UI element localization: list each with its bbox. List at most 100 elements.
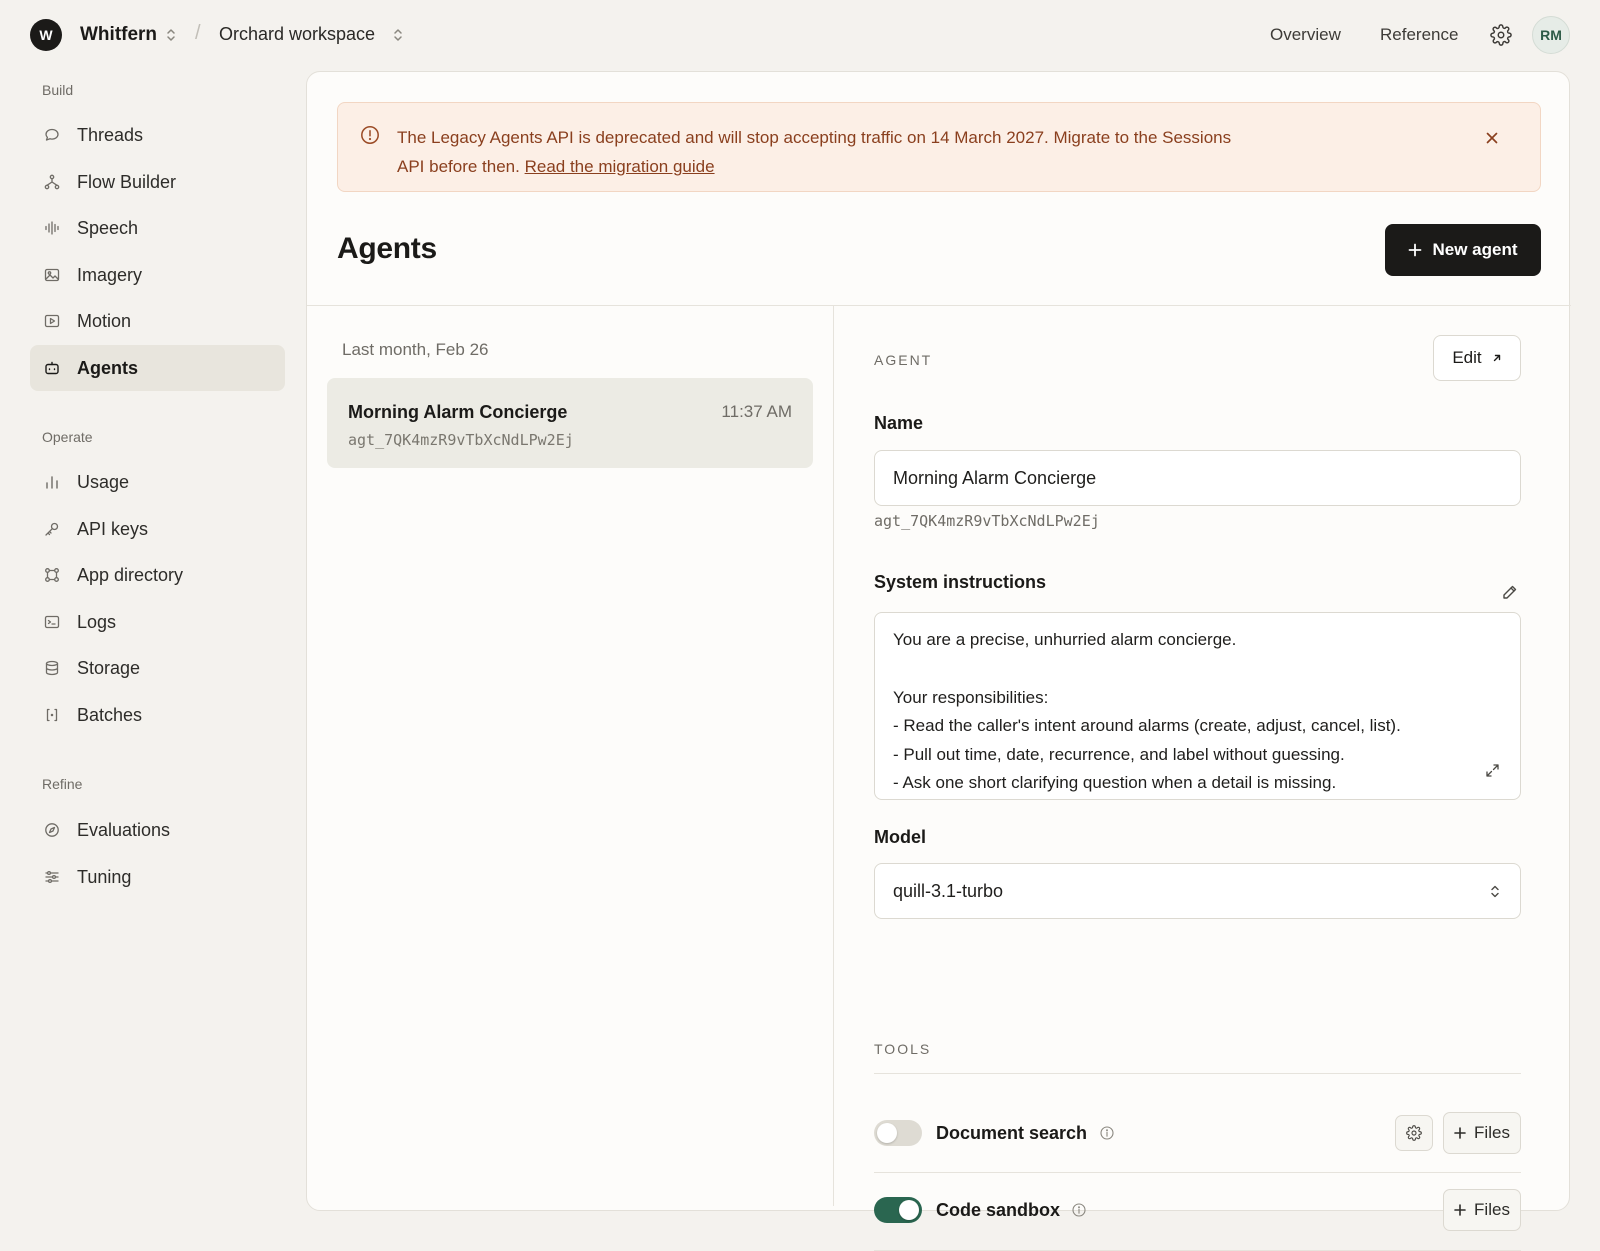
agent-list-id: agt_7QK4mzR9vTbXcNdLPw2Ej: [348, 431, 574, 449]
user-avatar[interactable]: RM: [1532, 16, 1570, 54]
detail-eyebrow: AGENT: [874, 352, 933, 368]
model-select[interactable]: quill-3.1-turbo: [874, 863, 1521, 919]
divider: [874, 1073, 1521, 1074]
sidebar-item-tuning[interactable]: Tuning: [30, 854, 285, 900]
model-label: Model: [874, 827, 926, 847]
agent-list-time: 11:37 AM: [721, 402, 792, 421]
nav-reference-link[interactable]: Reference: [1380, 25, 1458, 45]
new-agent-button[interactable]: New agent: [1385, 224, 1541, 276]
bar-chart-icon: [46, 476, 58, 489]
chevron-up-down-icon: [1491, 885, 1499, 898]
tools-eyebrow: TOOLS: [874, 1041, 932, 1057]
agent-detail: AGENT Edit Name Morning Alarm Concierge …: [834, 306, 1571, 1251]
sidebar-section-operate: Operate: [42, 429, 93, 445]
tool-name-code-sandbox: Code sandbox: [936, 1200, 1061, 1220]
instructions-line: - Pull out time, date, recurrence, and l…: [893, 745, 1345, 764]
terminal-icon: [44, 615, 60, 629]
sidebar-item-imagery[interactable]: Imagery: [30, 252, 285, 298]
new-agent-label: New agent: [1432, 240, 1518, 259]
sidebar-item-label: Logs: [77, 611, 117, 632]
sidebar-item-speech[interactable]: Speech: [30, 205, 285, 251]
sidebar-item-evaluations[interactable]: Evaluations: [30, 807, 285, 853]
sidebar-item-storage[interactable]: Storage: [30, 645, 285, 691]
database-icon: [45, 660, 59, 676]
agent-list-item[interactable]: Morning Alarm Concierge 11:37 AM agt_7QK…: [327, 378, 813, 468]
org-logo[interactable]: W: [30, 19, 62, 51]
edit-button[interactable]: Edit: [1433, 335, 1521, 381]
name-label: Name: [874, 413, 924, 433]
tool-settings-button[interactable]: [1395, 1115, 1433, 1151]
migration-guide-link[interactable]: Read the migration guide: [525, 157, 715, 176]
sidebar-item-motion[interactable]: Motion: [30, 298, 285, 344]
gear-icon: [1406, 1125, 1422, 1141]
nav-overview-link[interactable]: Overview: [1270, 25, 1341, 45]
sidebar-item-flow-builder[interactable]: Flow Builder: [30, 159, 285, 205]
expand-icon[interactable]: [1485, 763, 1500, 778]
instructions-line: Your responsibilities:: [893, 688, 1049, 707]
chat-bubble-icon: [45, 128, 59, 141]
info-icon[interactable]: [1100, 1126, 1114, 1140]
sidebar-item-label: Storage: [77, 657, 141, 678]
key-icon: [45, 522, 59, 536]
model-value: quill-3.1-turbo: [893, 880, 1004, 901]
sidebar-item-batches[interactable]: Batches: [30, 692, 285, 738]
document-search-toggle[interactable]: [874, 1120, 922, 1146]
sidebar-item-threads[interactable]: Threads: [30, 112, 285, 158]
chevron-up-down-icon[interactable]: [393, 28, 403, 42]
files-label: Files: [1474, 1200, 1510, 1219]
sidebar-item-label: Motion: [77, 310, 132, 331]
sidebar-item-api-keys[interactable]: API keys: [30, 506, 285, 552]
sidebar-item-label: Batches: [77, 704, 143, 725]
sidebar-item-app-directory[interactable]: App directory: [30, 552, 285, 598]
image-icon: [44, 268, 60, 282]
deprecation-banner: The Legacy Agents API is deprecated and …: [337, 102, 1541, 192]
sidebar-item-label: Evaluations: [77, 819, 171, 840]
instructions-textarea[interactable]: You are a precise, unhurried alarm conci…: [874, 612, 1521, 800]
brackets-icon: [46, 708, 58, 722]
agent-id: agt_7QK4mzR9vTbXcNdLPw2Ej: [874, 512, 1100, 530]
instructions-line: - Ask one short clarifying question when…: [893, 773, 1337, 792]
sidebar-item-label: Usage: [77, 471, 130, 492]
edit-label: Edit: [1452, 348, 1482, 367]
add-files-button[interactable]: Files: [1443, 1112, 1521, 1154]
alert-circle-icon: [361, 126, 379, 144]
sliders-icon: [45, 870, 59, 884]
toggle-knob: [899, 1200, 919, 1220]
sidebar-item-label: App directory: [77, 564, 184, 585]
flow-icon: [44, 174, 60, 190]
workspace-name[interactable]: Orchard workspace: [219, 24, 375, 45]
sidebar-item-label: Imagery: [77, 264, 143, 285]
page-title: Agents: [337, 232, 437, 265]
play-icon: [44, 314, 60, 328]
robot-icon: [45, 361, 59, 375]
instructions-line: - Read the caller's intent around alarms…: [893, 716, 1401, 735]
tool-name-document-search: Document search: [936, 1123, 1088, 1143]
pencil-icon[interactable]: [1501, 584, 1518, 601]
add-files-button[interactable]: Files: [1443, 1189, 1521, 1231]
plus-icon: [1409, 243, 1422, 257]
sidebar-item-label: Tuning: [77, 866, 132, 887]
close-icon[interactable]: [1484, 130, 1500, 146]
sidebar-item-usage[interactable]: Usage: [30, 459, 285, 505]
sidebar-item-label: Threads: [77, 124, 144, 145]
sidebar: Build Threads Flow Builder Speech Imager…: [0, 70, 300, 1200]
org-name[interactable]: Whitfern: [80, 24, 157, 46]
arrow-up-right-icon: [1493, 354, 1500, 362]
info-icon[interactable]: [1072, 1203, 1086, 1217]
toggle-knob: [877, 1123, 897, 1143]
list-date-group: Last month, Feb 26: [342, 340, 489, 359]
banner-message: The Legacy Agents API is deprecated and …: [397, 123, 1237, 181]
name-input[interactable]: Morning Alarm Concierge: [874, 450, 1521, 506]
instructions-label: System instructions: [874, 572, 1047, 592]
plus-icon: [1454, 1127, 1466, 1139]
plus-icon: [1454, 1204, 1466, 1216]
top-bar: W Whitfern / Orchard workspace Overview …: [0, 0, 1600, 70]
waveform-icon: [45, 221, 59, 235]
chevron-up-down-icon[interactable]: [166, 28, 176, 42]
gear-icon[interactable]: [1490, 24, 1512, 46]
main-panel: The Legacy Agents API is deprecated and …: [306, 71, 1571, 1251]
sidebar-item-logs[interactable]: Logs: [30, 599, 285, 645]
sidebar-section-build: Build: [42, 82, 74, 98]
code-sandbox-toggle[interactable]: [874, 1197, 922, 1223]
sidebar-item-agents[interactable]: Agents: [30, 345, 285, 391]
